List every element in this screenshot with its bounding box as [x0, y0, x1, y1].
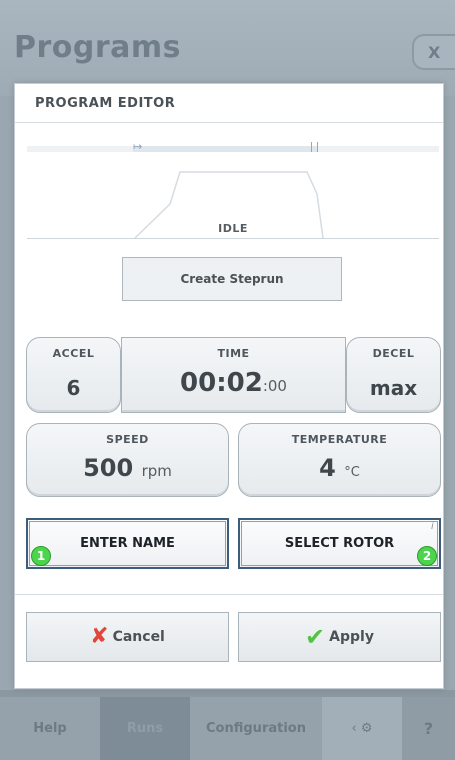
time-field[interactable]: TIME 00:02:00: [121, 337, 346, 413]
temperature-value: 4 °C: [239, 454, 440, 482]
settings-button[interactable]: ‹ ⚙: [322, 697, 402, 760]
timeline-marker: [317, 142, 318, 152]
enter-name-label: ENTER NAME: [80, 536, 175, 551]
decel-field[interactable]: DECEL max: [346, 337, 441, 413]
page-title: Programs: [14, 30, 182, 65]
tab-configuration[interactable]: Configuration: [190, 697, 322, 760]
time-value-seconds: :00: [262, 377, 287, 395]
time-label: TIME: [217, 347, 250, 360]
check-icon: ✔: [305, 623, 326, 651]
apply-label: Apply: [329, 629, 374, 645]
divider: [15, 122, 443, 123]
decel-value: max: [369, 376, 418, 400]
timeline-marker: [311, 142, 312, 152]
step-one-badge: 1: [31, 546, 51, 566]
arrow-right-icon: ↦: [133, 140, 143, 153]
select-rotor-label: SELECT ROTOR: [284, 536, 395, 551]
temperature-field[interactable]: TEMPERATURE 4 °C: [238, 423, 441, 497]
graph-status: IDLE: [218, 222, 248, 235]
decel-label: DECEL: [372, 347, 415, 360]
temperature-label: TEMPERATURE: [291, 433, 388, 446]
accel-field[interactable]: ACCEL 6: [26, 337, 121, 413]
speed-value: 500 rpm: [27, 454, 228, 482]
accel-value: 6: [66, 376, 81, 400]
speed-field[interactable]: SPEED 500 rpm: [26, 423, 229, 497]
create-steprun-button[interactable]: Create Steprun: [122, 257, 342, 301]
speed-label: SPEED: [106, 433, 149, 446]
program-editor-dialog: PROGRAM EDITOR ↦ IDLE Create Steprun ACC…: [14, 83, 444, 689]
timeline-active-range: [133, 146, 317, 152]
accel-label: ACCEL: [52, 347, 95, 360]
cancel-button[interactable]: ✘ Cancel: [26, 612, 229, 662]
enter-name-button[interactable]: ENTER NAME: [26, 518, 229, 569]
close-icon: ✘: [90, 624, 109, 649]
help-button[interactable]: ?: [402, 697, 455, 760]
apply-button[interactable]: ✔ Apply: [238, 612, 441, 662]
close-button[interactable]: X: [412, 34, 455, 70]
temperature-unit: °C: [344, 465, 360, 480]
cancel-label: Cancel: [112, 629, 165, 645]
info-icon[interactable]: i: [431, 521, 434, 532]
time-value: 00:02:00: [122, 368, 345, 398]
gear-icon: ‹ ⚙: [351, 721, 373, 736]
tab-help[interactable]: Help: [0, 697, 100, 760]
speed-number: 500: [83, 454, 134, 482]
time-value-main: 00:02: [180, 368, 263, 398]
step-two-badge: 2: [417, 546, 437, 566]
speed-unit: rpm: [141, 462, 172, 480]
dialog-title: PROGRAM EDITOR: [35, 96, 176, 111]
temperature-number: 4: [319, 454, 336, 482]
tab-runs[interactable]: Runs: [100, 697, 190, 760]
divider: [15, 594, 443, 595]
graph-baseline: [27, 238, 439, 239]
run-profile-graph: ↦ IDLE: [27, 140, 439, 240]
select-rotor-button[interactable]: SELECT ROTOR: [238, 518, 441, 569]
